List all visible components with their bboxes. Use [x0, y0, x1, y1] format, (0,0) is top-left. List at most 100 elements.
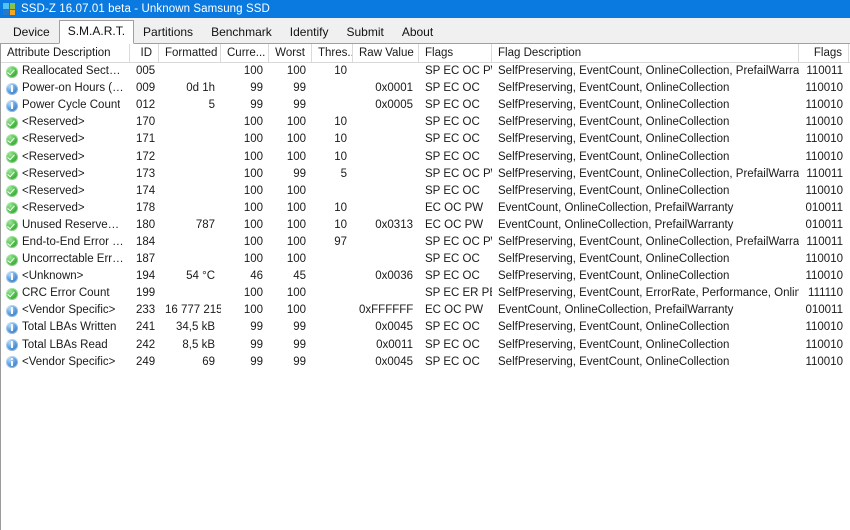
column-header-worst[interactable]: Worst — [269, 44, 312, 62]
table-row[interactable]: <Vendor Specific> 249 69 99 99 0x0045 SP EC OC… — [1, 354, 850, 371]
table-row[interactable]: <Reserved> 172 100 100 10 SP EC OC SelfPreserv… — [1, 148, 850, 165]
cell-desc: Reallocated Sector Cou... — [1, 63, 130, 80]
column-header-raw-value[interactable]: Raw Value — [353, 44, 419, 62]
column-header-attribute-description[interactable]: Attribute Description — [1, 44, 130, 62]
cell-id: 233 — [136, 304, 156, 317]
table-row[interactable]: <Reserved> 171 100 100 10 SP EC OC SelfPreserv… — [1, 131, 850, 148]
cell-formatted: 0d 1h — [186, 82, 215, 95]
cell-flag-desc: SelfPreserving, EventCount, OnlineCollec… — [498, 184, 730, 197]
cell-desc: <Unknown> — [1, 268, 130, 285]
cell-desc: Total LBAs Read — [1, 337, 130, 354]
tab-s-m-a-r-t[interactable]: S.M.A.R.T. — [58, 20, 135, 44]
status-ok-icon — [6, 287, 18, 300]
table-row[interactable]: CRC Error Count 199 100 100 SP EC ER PE OC Se… — [1, 285, 850, 302]
cell-flag-desc: SelfPreserving, EventCount, OnlineCollec… — [498, 355, 730, 368]
tab-identify[interactable]: Identify — [281, 21, 338, 44]
cell-formatted: 8,5 kB — [182, 338, 215, 351]
cell-current: 100 — [243, 65, 263, 78]
cell-worst: 100 — [286, 218, 306, 231]
logo-quadrant-3 — [3, 9, 9, 15]
cell-desc: End-to-End Error Count — [1, 234, 130, 251]
cell-current: 100 — [243, 133, 263, 146]
cell-current: 99 — [250, 355, 263, 368]
cell-current: 100 — [243, 116, 263, 129]
table-row[interactable]: <Unknown> 194 54 °C 46 45 0x0036 SP EC OC SelfP… — [1, 268, 850, 285]
table-row[interactable]: <Vendor Specific> 233 16 777 215 100 100 0xFF… — [1, 302, 850, 319]
cell-id: 187 — [136, 253, 156, 266]
cell-current: 100 — [243, 184, 263, 197]
cell-desc: <Vendor Specific> — [1, 354, 130, 371]
column-header-flag-description[interactable]: Flag Description — [492, 44, 799, 62]
table-row[interactable]: <Reserved> 174 100 100 SP EC OC SelfPreservin… — [1, 183, 850, 200]
cell-raw: 0xFFFFFF — [359, 304, 414, 317]
tab-submit[interactable]: Submit — [337, 21, 392, 44]
table-row[interactable]: End-to-End Error Count 184 100 100 97 SP EC O… — [1, 234, 850, 251]
attribute-description-label: <Reserved> — [22, 184, 85, 197]
cell-flagbits: 010011 — [805, 201, 843, 214]
status-ok-icon — [6, 116, 18, 129]
column-header-flags[interactable]: Flags — [799, 44, 849, 62]
cell-current: 99 — [250, 338, 263, 351]
cell-flag-desc: SelfPreserving, EventCount, OnlineCollec… — [498, 65, 799, 78]
cell-desc: <Reserved> — [1, 149, 130, 166]
cell-flagbits: 110010 — [805, 150, 843, 163]
table-row[interactable]: <Reserved> 178 100 100 10 EC OC PW EventCount,… — [1, 200, 850, 217]
cell-current: 100 — [243, 253, 263, 266]
cell-flagbits: 110010 — [805, 355, 843, 368]
cell-flag-desc: SelfPreserving, EventCount, OnlineCollec… — [498, 270, 730, 283]
attribute-description-label: <Reserved> — [22, 167, 85, 180]
table-row[interactable]: Total LBAs Read 242 8,5 kB 99 99 0x0011 SP EC … — [1, 337, 850, 354]
cell-formatted: 69 — [202, 355, 215, 368]
logo-quadrant-4 — [9, 9, 15, 15]
column-header-curre[interactable]: Curre... — [221, 44, 269, 62]
cell-flagbits: 110010 — [805, 253, 843, 266]
cell-formatted: 5 — [208, 99, 215, 112]
cell-current: 100 — [243, 304, 263, 317]
column-header-formatted[interactable]: Formatted — [159, 44, 221, 62]
cell-flagbits: 110010 — [805, 321, 843, 334]
cell-worst: 100 — [286, 304, 306, 317]
attribute-description-label: <Reserved> — [22, 133, 85, 146]
cell-worst: 99 — [293, 338, 306, 351]
cell-flags: EC OC PW — [425, 218, 484, 231]
cell-flagbits: 110011 — [806, 235, 843, 248]
tab-device[interactable]: Device — [4, 21, 59, 44]
column-header-id[interactable]: ID — [130, 44, 159, 62]
logo-quadrant-2 — [9, 3, 15, 9]
table-row[interactable]: <Reserved> 170 100 100 10 SP EC OC SelfPreserv… — [1, 114, 850, 131]
attribute-description-label: Reallocated Sector Cou... — [22, 65, 124, 78]
table-row[interactable]: Power-on Hours (POH) 009 0d 1h 99 99 0x0001 SP… — [1, 80, 850, 97]
table-row[interactable]: Unused Reserved Block... 180 787 100 100 10 0x… — [1, 217, 850, 234]
cell-id: 172 — [136, 150, 156, 163]
table-row[interactable]: Power Cycle Count 012 5 99 99 0x0005 SP EC OC S… — [1, 97, 850, 114]
cell-desc: Unused Reserved Block... — [1, 217, 130, 234]
cell-flagbits: 110010 — [805, 133, 843, 146]
tab-partitions[interactable]: Partitions — [134, 21, 202, 44]
status-ok-icon — [6, 185, 18, 198]
table-row[interactable]: <Reserved> 173 100 99 5 SP EC OC PW SelfPreser… — [1, 166, 850, 183]
cell-id: 249 — [136, 355, 156, 368]
cell-id: 170 — [136, 116, 156, 129]
table-row[interactable]: Uncorrectable Error Co... 187 100 100 SP EC … — [1, 251, 850, 268]
tab-benchmark[interactable]: Benchmark — [202, 21, 281, 44]
column-header-flags[interactable]: Flags — [419, 44, 492, 62]
cell-desc: <Vendor Specific> — [1, 302, 130, 319]
column-header-thres[interactable]: Thres... — [312, 44, 353, 62]
status-info-icon — [6, 82, 18, 95]
cell-worst: 100 — [286, 253, 306, 266]
cell-flag-desc: SelfPreserving, EventCount, ErrorRate, P… — [498, 287, 799, 300]
cell-flags: SP EC OC PW — [425, 167, 492, 180]
status-ok-icon — [6, 202, 18, 215]
cell-raw: 0x0036 — [375, 270, 413, 283]
status-ok-icon — [6, 65, 18, 78]
cell-worst: 100 — [286, 201, 306, 214]
table-row[interactable]: Total LBAs Written 241 34,5 kB 99 99 0x0045 SP… — [1, 319, 850, 336]
tab-about[interactable]: About — [393, 21, 442, 44]
cell-flagbits: 110010 — [805, 82, 843, 95]
table-row[interactable]: Reallocated Sector Cou... 005 100 100 10 SP E… — [1, 63, 850, 80]
cell-raw: 0x0045 — [375, 355, 413, 368]
cell-worst: 99 — [293, 99, 306, 112]
cell-worst: 99 — [293, 321, 306, 334]
cell-id: 012 — [136, 99, 156, 112]
table-body: Reallocated Sector Cou... 005 100 100 10 SP E… — [1, 63, 850, 371]
